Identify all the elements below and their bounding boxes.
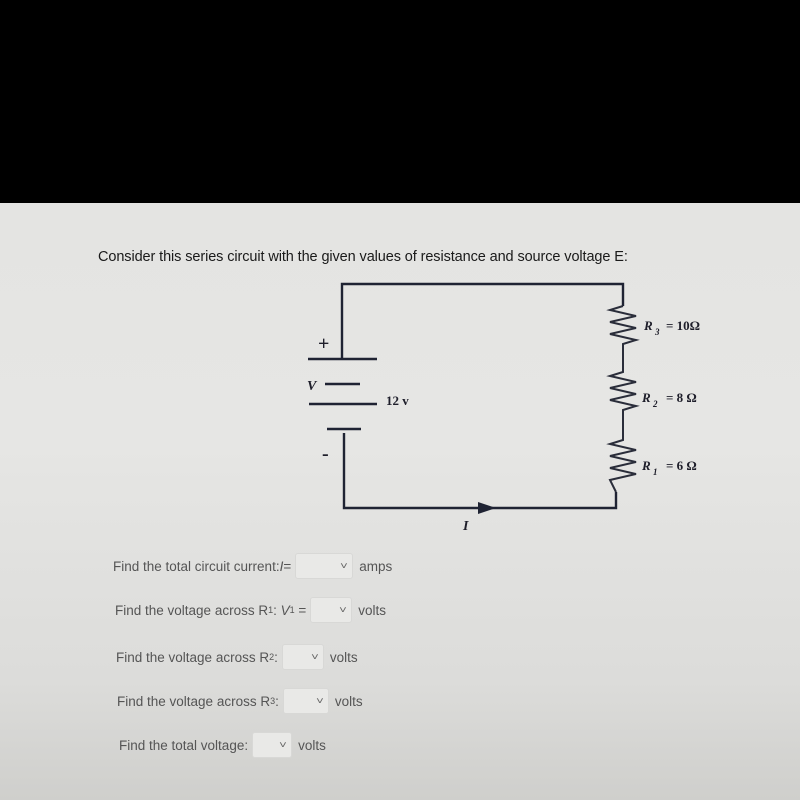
r2-sub: 2	[652, 399, 658, 409]
question-voltage-r1: Find the voltage across R 1 : V 1 = ˅ vo…	[115, 597, 386, 623]
resistor-label-r2: R 2 = 8 Ω	[641, 390, 697, 409]
question-text: Find the voltage across R	[116, 649, 270, 665]
battery-minus-sign: -	[322, 443, 329, 465]
r2-value: = 8 Ω	[666, 390, 697, 405]
chevron-down-icon: ˅	[340, 560, 349, 572]
unit-label: volts	[329, 649, 358, 665]
resistor-label-r3: R 3 = 10Ω	[643, 318, 700, 337]
question-voltage-r2: Find the voltage across R 2 : ˅ volts	[116, 644, 358, 670]
answer-dropdown-v1[interactable]: ˅	[310, 597, 353, 623]
circuit-diagram: + - V 12 v R 3 = 10Ω R 2 = 8 Ω R 1 = 6 Ω…	[307, 282, 700, 534]
r3-value: = 10Ω	[666, 318, 700, 333]
r1-name: R	[641, 458, 651, 473]
question-variable: V	[280, 602, 290, 618]
question-text: Find the voltage across R	[117, 693, 271, 709]
battery-voltage-label: 12 v	[386, 393, 409, 408]
question-total-voltage: Find the total voltage: ˅ volts	[119, 732, 326, 758]
current-arrow-icon	[478, 502, 496, 514]
r3-name: R	[643, 318, 653, 333]
unit-label: amps	[359, 558, 393, 574]
question-mid: :	[274, 649, 278, 665]
r2-name: R	[641, 390, 651, 405]
question-equals: =	[283, 558, 292, 574]
battery-symbol-label: V	[307, 379, 318, 394]
chevron-down-icon: ˅	[339, 604, 348, 616]
unit-label: volts	[358, 602, 387, 618]
resistor-zigzag	[606, 305, 640, 493]
r1-sub: 1	[653, 467, 658, 477]
r3-sub: 3	[654, 327, 660, 337]
current-label: I	[462, 519, 469, 534]
question-mid: :	[275, 693, 279, 709]
answer-dropdown-v2[interactable]: ˅	[281, 644, 324, 670]
chevron-down-icon: ˅	[316, 695, 324, 707]
resistor-label-r1: R 1 = 6 Ω	[641, 458, 697, 477]
question-equals: =	[294, 602, 307, 618]
answer-dropdown-total-voltage[interactable]: ˅	[252, 732, 293, 758]
chevron-down-icon: ˅	[279, 739, 287, 751]
battery-plus-sign: +	[318, 333, 329, 355]
unit-label: volts	[298, 737, 326, 753]
chevron-down-icon: ˅	[311, 651, 319, 663]
question-text: Find the total voltage:	[119, 737, 249, 753]
question-text: Find the total circuit current:	[113, 558, 280, 574]
question-mid: :	[273, 602, 281, 618]
question-voltage-r3: Find the voltage across R 3 : ˅ volts	[117, 688, 363, 714]
answer-dropdown-current[interactable]: ˅	[295, 553, 354, 579]
r1-value: = 6 Ω	[666, 458, 697, 473]
question-text: Find the voltage across R	[115, 602, 269, 618]
wire-top	[340, 282, 625, 359]
battery-symbol	[308, 357, 377, 431]
unit-label: volts	[334, 693, 363, 709]
question-total-current: Find the total circuit current: I = ˅ am…	[113, 553, 392, 579]
circuit-wires	[340, 282, 625, 510]
answer-dropdown-v3[interactable]: ˅	[282, 688, 329, 714]
wire-bottom	[342, 433, 618, 510]
